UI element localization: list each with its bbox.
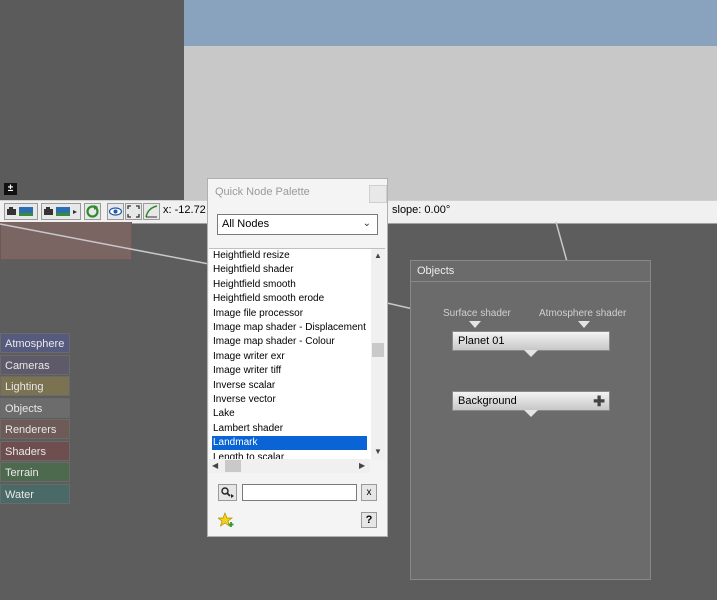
- scroll-down-icon[interactable]: ▼: [374, 447, 382, 456]
- palette-title: Quick Node Palette: [215, 186, 310, 198]
- connection-line-left: [0, 223, 210, 265]
- list-item[interactable]: Image file processor: [212, 307, 367, 321]
- scroll-up-icon[interactable]: ▲: [374, 251, 382, 260]
- category-renderers[interactable]: Renderers: [0, 419, 70, 439]
- atmosphere-input-arrow[interactable]: [578, 321, 590, 328]
- background-node[interactable]: Background ✚: [452, 391, 610, 411]
- background-node-label: Background: [458, 395, 517, 407]
- category-objects[interactable]: Objects: [0, 398, 70, 418]
- search-button[interactable]: [218, 484, 237, 501]
- palette-close-button[interactable]: [369, 185, 387, 203]
- node-list[interactable]: Heightfield resize Heightfield shader He…: [209, 248, 385, 460]
- planet-input-arrows: [469, 321, 590, 328]
- category-shaders[interactable]: Shaders: [0, 441, 70, 461]
- objects-group-title: Objects: [417, 265, 455, 277]
- category-label: Cameras: [5, 360, 50, 372]
- help-button[interactable]: ?: [361, 512, 377, 528]
- vertical-scroll-thumb[interactable]: [372, 343, 384, 357]
- category-lighting[interactable]: Lighting: [0, 376, 70, 396]
- vertical-scrollbar[interactable]: ▲ ▼: [371, 249, 385, 460]
- list-item[interactable]: Heightfield shader: [212, 263, 367, 277]
- atmosphere-shader-input-label: Atmosphere shader: [539, 308, 627, 319]
- background-node-output[interactable]: [524, 410, 538, 417]
- planet-node[interactable]: Planet 01: [452, 331, 610, 351]
- horizontal-scrollbar[interactable]: ◀ ▶: [209, 459, 370, 473]
- category-label: Lighting: [5, 381, 44, 393]
- category-label: Shaders: [5, 446, 46, 458]
- surface-shader-input-label: Surface shader: [443, 308, 511, 319]
- chevron-down-icon: ⌄: [362, 218, 371, 229]
- list-item[interactable]: Image writer exr: [212, 350, 367, 364]
- list-item[interactable]: Heightfield resize: [212, 249, 367, 263]
- list-item[interactable]: Heightfield smooth: [212, 278, 367, 292]
- scroll-left-icon[interactable]: ◀: [212, 461, 218, 470]
- category-cameras[interactable]: Cameras: [0, 355, 70, 375]
- search-input[interactable]: [242, 484, 357, 501]
- list-item[interactable]: Inverse scalar: [212, 379, 367, 393]
- scroll-right-icon[interactable]: ▶: [359, 461, 365, 470]
- list-item-selected[interactable]: Landmark: [212, 436, 367, 451]
- list-item[interactable]: Lake: [212, 407, 367, 421]
- add-favourite-button[interactable]: [216, 512, 235, 528]
- horizontal-scroll-thumb[interactable]: [225, 460, 241, 472]
- quick-node-palette[interactable]: Quick Node Palette All Nodes ⌄ Heightfie…: [207, 178, 388, 537]
- category-label: Water: [5, 489, 34, 501]
- category-atmosphere[interactable]: Atmosphere: [0, 333, 70, 353]
- category-label: Atmosphere: [5, 338, 65, 350]
- objects-group[interactable]: Objects Surface shader Atmosphere shader…: [410, 260, 651, 580]
- category-terrain[interactable]: Terrain: [0, 462, 70, 482]
- category-label: Renderers: [5, 424, 57, 436]
- list-item[interactable]: Image writer tiff: [212, 364, 367, 378]
- plus-icon[interactable]: ✚: [593, 394, 605, 408]
- search-icon: [221, 487, 234, 498]
- node-filter-value: All Nodes: [222, 218, 270, 230]
- objects-group-header[interactable]: Objects: [411, 261, 650, 282]
- planet-node-output[interactable]: [524, 350, 538, 357]
- category-water[interactable]: Water: [0, 484, 70, 504]
- clear-search-button[interactable]: x: [361, 484, 377, 501]
- star-icon: [216, 512, 234, 527]
- planet-node-label: Planet 01: [458, 335, 505, 347]
- list-item[interactable]: Image map shader - Colour: [212, 335, 367, 349]
- category-label: Terrain: [5, 467, 39, 479]
- list-item[interactable]: Heightfield smooth erode: [212, 292, 367, 306]
- category-label: Objects: [5, 403, 43, 415]
- list-item[interactable]: Image map shader - Displacement: [212, 321, 367, 335]
- list-item[interactable]: Lambert shader: [212, 422, 367, 436]
- surface-input-arrow[interactable]: [469, 321, 481, 328]
- node-filter-select[interactable]: All Nodes ⌄: [217, 214, 378, 235]
- list-item[interactable]: Inverse vector: [212, 393, 367, 407]
